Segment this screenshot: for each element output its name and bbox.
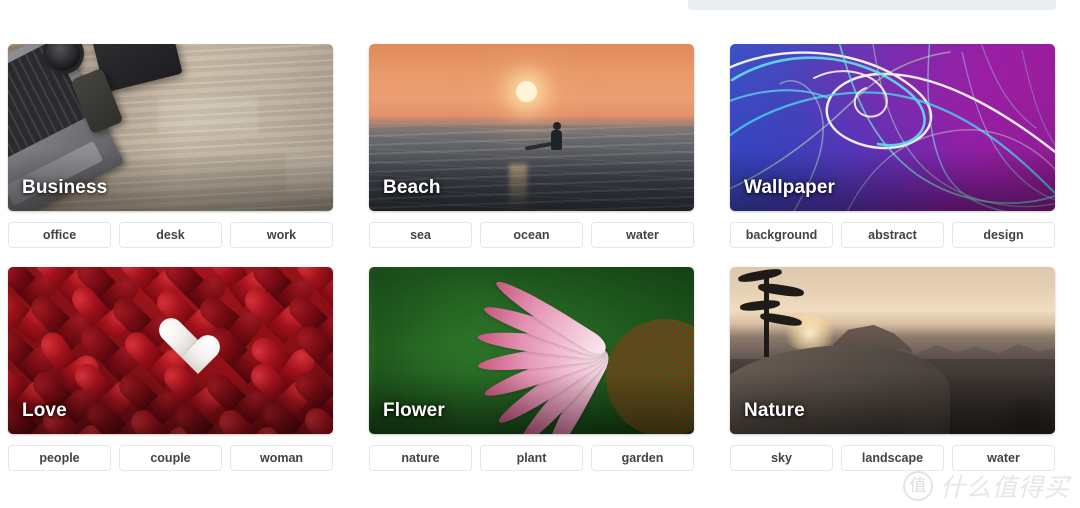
category-card-business[interactable]: Business (8, 44, 333, 211)
tag-ocean[interactable]: ocean (480, 222, 583, 248)
tag-row-beach: sea ocean water (369, 222, 694, 248)
watermark-text: 什么值得买 (939, 473, 1070, 502)
tag-row-nature: sky landscape water (730, 445, 1055, 471)
category-card-beach[interactable]: Beach (369, 44, 694, 211)
category-cell-beach: Beach sea ocean water (369, 44, 694, 248)
category-cell-nature: Nature sky landscape water (730, 267, 1055, 471)
category-cell-love: Love people couple woman (8, 267, 333, 471)
category-cell-business: Business office desk work (8, 44, 333, 248)
card-title-nature: Nature (744, 400, 805, 421)
tag-landscape[interactable]: landscape (841, 445, 944, 471)
tag-garden[interactable]: garden (591, 445, 694, 471)
card-title-business: Business (22, 177, 108, 198)
category-card-grid: Business office desk work Beach sea ocea… (8, 44, 1056, 471)
top-partial-bar (688, 0, 1056, 10)
category-cell-flower: Flower nature plant garden (369, 267, 694, 471)
card-title-wallpaper: Wallpaper (744, 177, 835, 198)
site-watermark: 值 什么值得买 (902, 468, 1070, 504)
card-title-beach: Beach (383, 177, 441, 198)
tag-woman[interactable]: woman (230, 445, 333, 471)
card-title-flower: Flower (383, 400, 445, 421)
tag-water[interactable]: water (591, 222, 694, 248)
tag-office[interactable]: office (8, 222, 111, 248)
tag-row-business: office desk work (8, 222, 333, 248)
category-card-flower[interactable]: Flower (369, 267, 694, 434)
tag-sky[interactable]: sky (730, 445, 833, 471)
tag-water[interactable]: water (952, 445, 1055, 471)
watermark-logo-icon: 值 (902, 471, 933, 501)
tag-background[interactable]: background (730, 222, 833, 248)
category-cell-wallpaper: Wallpaper background abstract design (730, 44, 1055, 248)
page-root: Business office desk work Beach sea ocea… (0, 0, 1080, 508)
tag-abstract[interactable]: abstract (841, 222, 944, 248)
tag-sea[interactable]: sea (369, 222, 472, 248)
sun-icon (516, 81, 537, 102)
pine-tree-icon (737, 267, 805, 359)
tag-nature[interactable]: nature (369, 445, 472, 471)
tag-row-wallpaper: background abstract design (730, 222, 1055, 248)
category-card-love[interactable]: Love (8, 267, 333, 434)
tag-plant[interactable]: plant (480, 445, 583, 471)
tag-work[interactable]: work (230, 222, 333, 248)
desk-highlight-icon (158, 96, 258, 134)
tag-row-flower: nature plant garden (369, 445, 694, 471)
category-card-wallpaper[interactable]: Wallpaper (730, 44, 1055, 211)
tag-row-love: people couple woman (8, 445, 333, 471)
tag-design[interactable]: design (952, 222, 1055, 248)
tag-couple[interactable]: couple (119, 445, 222, 471)
category-card-nature[interactable]: Nature (730, 267, 1055, 434)
tag-people[interactable]: people (8, 445, 111, 471)
white-heart-icon (158, 319, 228, 383)
surfer-silhouette-icon (551, 122, 563, 150)
card-title-love: Love (22, 400, 67, 421)
tag-desk[interactable]: desk (119, 222, 222, 248)
